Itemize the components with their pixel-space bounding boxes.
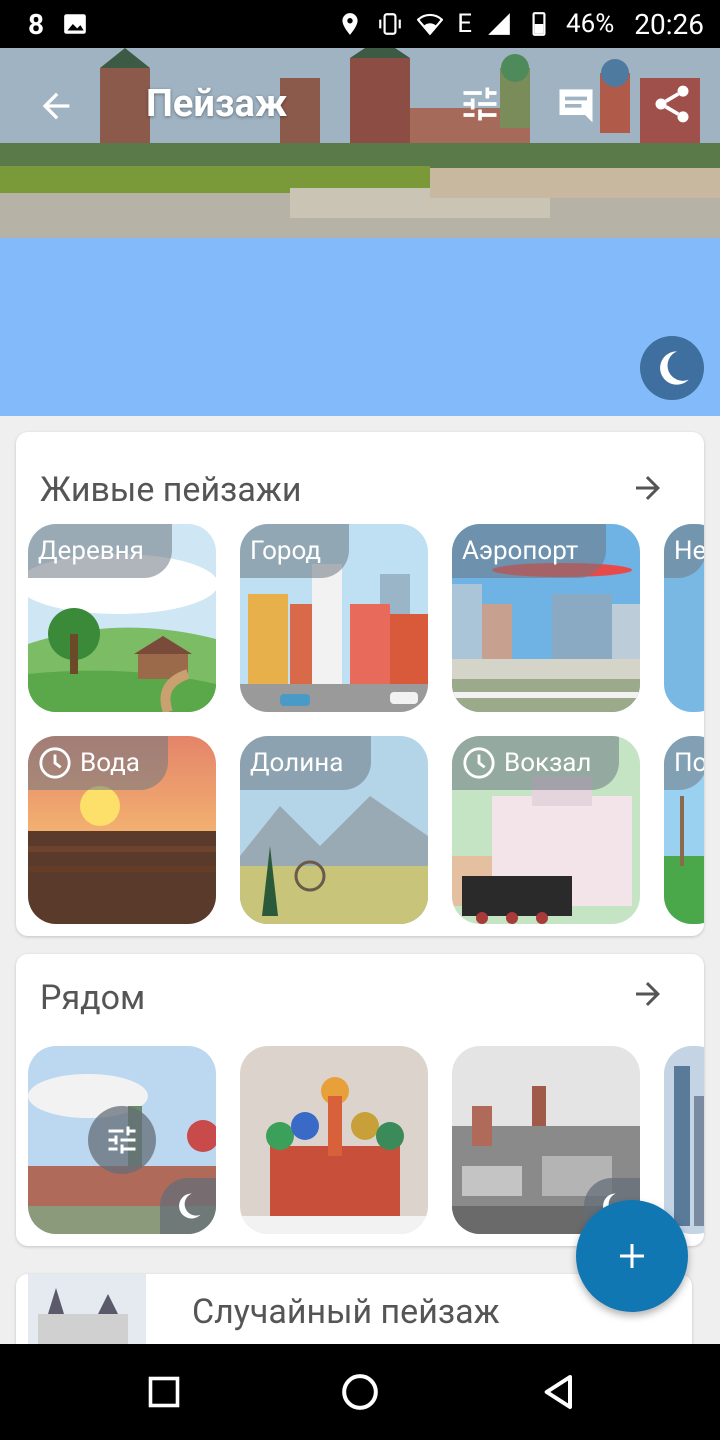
nearby-tile-st-basils[interactable] (240, 1046, 428, 1234)
tile-label-text: Деревня (38, 536, 144, 566)
nearby-tile-towers[interactable] (664, 1046, 704, 1234)
network-type-icon: E (457, 9, 472, 39)
st-basils-image (240, 1046, 428, 1234)
tile-beach[interactable]: По (664, 736, 704, 924)
tile-city[interactable]: Город (240, 524, 428, 712)
nearby-title: Рядом (40, 978, 146, 1018)
tile-water[interactable]: Вода (28, 736, 216, 924)
nearby-tile-kremlin-wall[interactable] (28, 1046, 216, 1234)
tile-label-text: По (674, 748, 704, 778)
wifi-icon (417, 13, 444, 36)
tile-sky[interactable]: Не (664, 524, 704, 712)
tile-label-text: Не (674, 536, 704, 566)
home-icon[interactable] (340, 1372, 380, 1412)
random-landscape-title: Случайный пейзаж (192, 1292, 500, 1332)
notification-count: 8 (28, 7, 45, 41)
tile-label: По (664, 736, 704, 790)
signal-icon (488, 13, 510, 35)
tile-label: Вода (28, 736, 168, 790)
tile-label-text: Вода (80, 748, 140, 778)
tile-label: Деревня (28, 524, 172, 578)
adjust-button[interactable] (88, 1106, 156, 1174)
towers-image (664, 1046, 704, 1234)
tile-airport[interactable]: Аэропорт (452, 524, 640, 712)
arrow-forward-icon[interactable] (630, 470, 666, 506)
add-button[interactable] (576, 1200, 688, 1312)
plus-icon (620, 1244, 644, 1268)
tile-label: Аэропорт (452, 524, 607, 578)
back-arrow-icon[interactable] (36, 86, 76, 126)
toolbar: Пейзаж (0, 48, 720, 160)
filter-settings-icon (108, 1126, 136, 1154)
tile-label-text: Аэропорт (462, 536, 579, 566)
tile-station[interactable]: Вокзал (452, 736, 640, 924)
back-icon[interactable] (540, 1372, 580, 1412)
night-mode-button[interactable] (640, 336, 704, 400)
image-icon (64, 14, 86, 34)
battery-percent: 46% (565, 9, 615, 39)
tile-village[interactable]: Деревня (28, 524, 216, 712)
tile-label-text: Долина (250, 748, 344, 778)
vibrate-icon (379, 13, 402, 35)
location-icon (342, 13, 358, 35)
tile-label: Город (240, 524, 350, 578)
arrow-forward-icon[interactable] (630, 976, 666, 1012)
tile-label-text: Город (250, 536, 322, 566)
night-badge (160, 1178, 216, 1234)
live-landscapes-title: Живые пейзажи (40, 470, 302, 510)
clock-time: 20:26 (634, 7, 704, 41)
navigation-bar (0, 1344, 720, 1440)
nearby-card: Рядом (16, 954, 704, 1246)
live-landscapes-card: Живые пейзажи Деревня Город Аэропорт Не … (16, 432, 704, 936)
comments-icon[interactable] (554, 82, 598, 126)
clock-icon (39, 747, 71, 779)
tile-label-text: Вокзал (504, 748, 592, 778)
status-bar: 8 E 46% 20:26 (0, 0, 720, 48)
share-icon[interactable] (650, 82, 694, 126)
tile-valley[interactable]: Долина (240, 736, 428, 924)
clock-icon (463, 747, 495, 779)
moon-icon (179, 1193, 201, 1219)
tile-label: Долина (240, 736, 372, 790)
battery-icon (532, 12, 546, 36)
moon-icon (660, 351, 689, 385)
filter-settings-icon[interactable] (458, 82, 502, 126)
sky-panel (0, 238, 720, 416)
page-title: Пейзаж (146, 82, 288, 126)
recent-apps-icon[interactable] (146, 1374, 182, 1410)
tile-label: Вокзал (452, 736, 620, 790)
